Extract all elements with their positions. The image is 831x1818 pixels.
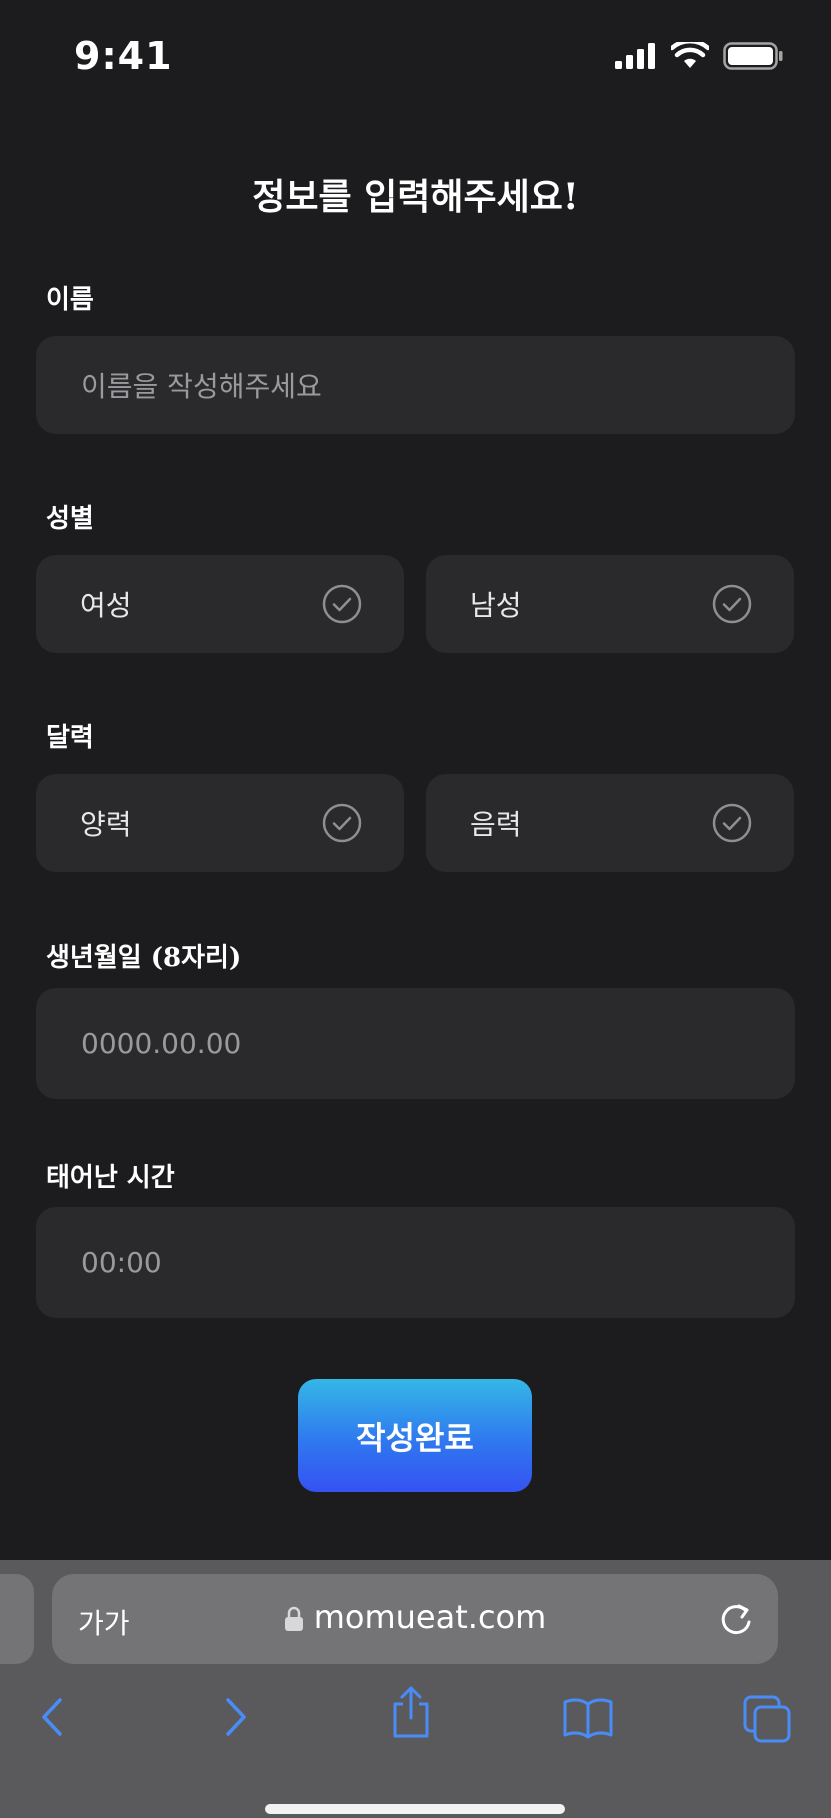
home-indicator (265, 1804, 565, 1814)
address-bar[interactable]: 가가 momueat.com (52, 1574, 778, 1664)
name-placeholder: 이름을 작성해주세요 (81, 370, 322, 403)
back-icon[interactable] (36, 1694, 70, 1740)
browser-bar: 가가 momueat.com (0, 1560, 831, 1818)
birthtime-placeholder: 00:00 (81, 1246, 162, 1279)
calendar-label: 달력 (46, 723, 94, 753)
name-label: 이름 (46, 285, 94, 315)
signal-icon (615, 43, 655, 69)
option-label: 남성 (470, 589, 522, 622)
birthtime-label: 태어난 시간 (46, 1163, 175, 1193)
option-label: 여성 (80, 589, 132, 622)
previous-tab-preview[interactable] (0, 1574, 34, 1664)
gender-label: 성별 (46, 504, 94, 534)
reload-icon[interactable] (718, 1600, 754, 1638)
birthdate-placeholder: 0000.00.00 (81, 1027, 242, 1060)
birthtime-input[interactable]: 00:00 (36, 1207, 795, 1318)
lock-icon (284, 1606, 303, 1631)
battery-icon (723, 42, 783, 70)
check-circle-icon (322, 584, 362, 624)
calendar-option-solar[interactable]: 양력 (36, 774, 404, 872)
url-text: momueat.com (313, 1598, 547, 1636)
birthdate-label: 생년월일 (8자리) (46, 943, 242, 973)
check-circle-icon (322, 803, 362, 843)
url-display: momueat.com (52, 1598, 778, 1636)
wifi-icon (671, 42, 709, 68)
name-input[interactable]: 이름을 작성해주세요 (36, 336, 795, 434)
tabs-icon[interactable] (742, 1694, 792, 1744)
page-title: 정보를 입력해주세요! (252, 176, 579, 218)
status-icons (615, 42, 783, 70)
check-circle-icon (712, 803, 752, 843)
submit-button[interactable]: 작성완료 (298, 1379, 532, 1492)
bookmarks-icon[interactable] (562, 1694, 614, 1740)
forward-icon[interactable] (218, 1694, 252, 1740)
gender-option-female[interactable]: 여성 (36, 555, 404, 653)
option-label: 양력 (80, 808, 132, 841)
status-bar: 9:41 (0, 0, 831, 120)
gender-option-male[interactable]: 남성 (426, 555, 794, 653)
calendar-option-lunar[interactable]: 음력 (426, 774, 794, 872)
share-icon[interactable] (390, 1684, 432, 1740)
status-time: 9:41 (74, 34, 173, 78)
check-circle-icon (712, 584, 752, 624)
browser-toolbar (0, 1676, 831, 1766)
birthdate-input[interactable]: 0000.00.00 (36, 988, 795, 1099)
option-label: 음력 (470, 808, 522, 841)
